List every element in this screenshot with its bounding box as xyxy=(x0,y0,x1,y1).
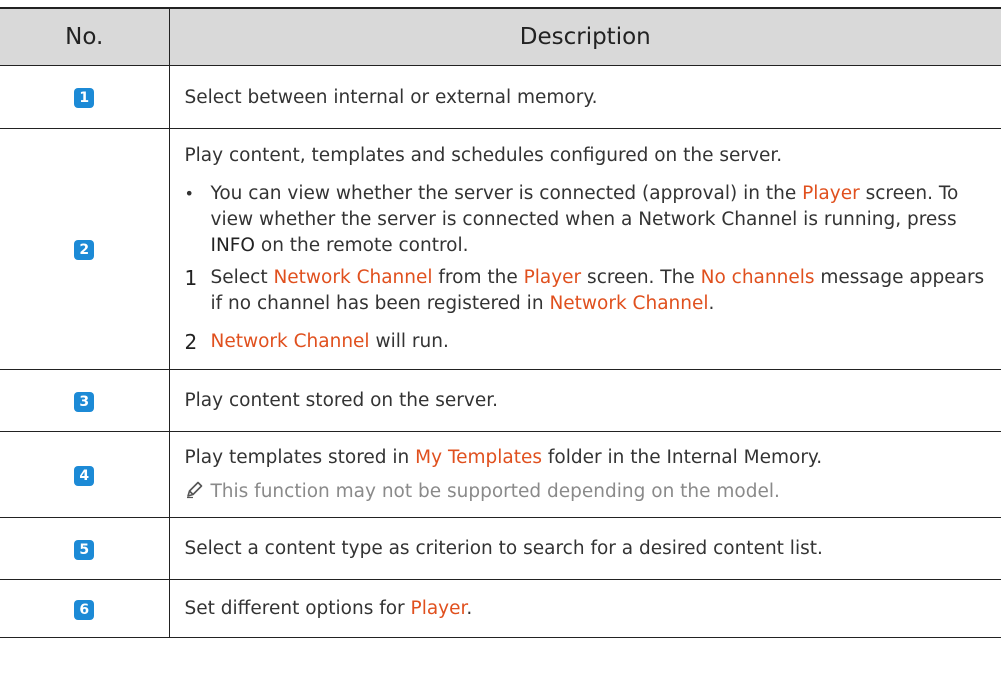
number-badge: 2 xyxy=(74,240,95,260)
step-number: 1 xyxy=(184,266,198,290)
description-cell: Select a content type as criterion to se… xyxy=(169,517,1001,580)
description-text: Play content, templates and schedules co… xyxy=(184,145,783,166)
number-badge: 1 xyxy=(74,88,95,108)
table-row: 1 Select between internal or external me… xyxy=(0,65,1001,129)
header-no: No. xyxy=(0,7,170,66)
description-cell: Select between internal or external memo… xyxy=(169,65,1001,129)
description-text: Play content stored on the server. xyxy=(184,390,499,411)
table-header-row: No. Description xyxy=(0,7,1001,66)
step-item: 1 Select Network Channel from the Player… xyxy=(185,265,1002,317)
note: This function may not be supported depen… xyxy=(185,479,1002,504)
bullet-icon: • xyxy=(184,184,194,203)
pencil-note-icon xyxy=(185,479,211,504)
menu-reference: Player xyxy=(802,183,860,204)
description-text: Select a content type as criterion to se… xyxy=(184,538,823,559)
table-row: 2 Play content, templates and schedules … xyxy=(0,128,1002,370)
description-cell: Set different options for Player. xyxy=(169,579,1001,638)
folder-reference: My Templates xyxy=(415,447,543,468)
description-cell: Play templates stored in My Templates fo… xyxy=(169,431,1002,518)
description-text: Play templates stored in My Templates fo… xyxy=(184,447,823,468)
table-row: 6 Set different options for Player. xyxy=(0,579,1001,638)
number-badge: 6 xyxy=(74,599,95,620)
header-description: Description xyxy=(169,7,1001,66)
step-item: 2 Network Channel will run. xyxy=(184,330,449,354)
number-badge: 5 xyxy=(74,539,95,560)
number-badge: 3 xyxy=(74,391,95,412)
description-cell: Play content, templates and schedules co… xyxy=(169,128,1002,370)
description-cell: Play content stored on the server. xyxy=(169,369,1001,432)
menu-reference: Player xyxy=(410,598,467,619)
number-badge: 4 xyxy=(74,465,95,486)
table-row: 3 Play content stored on the server. xyxy=(0,369,1001,432)
button-reference: INFO xyxy=(210,235,256,256)
description-text: Select between internal or external memo… xyxy=(184,86,598,108)
step-number: 2 xyxy=(184,330,198,354)
description-table: No. Description 1 Select between interna… xyxy=(0,7,1001,638)
bullet-item: • You can view whether the server is con… xyxy=(185,181,1002,259)
table-row: 4 Play templates stored in My Templates … xyxy=(0,431,1002,518)
table-row: 5 Select a content type as criterion to … xyxy=(0,517,1001,580)
note-text: This function may not be supported depen… xyxy=(210,481,780,502)
